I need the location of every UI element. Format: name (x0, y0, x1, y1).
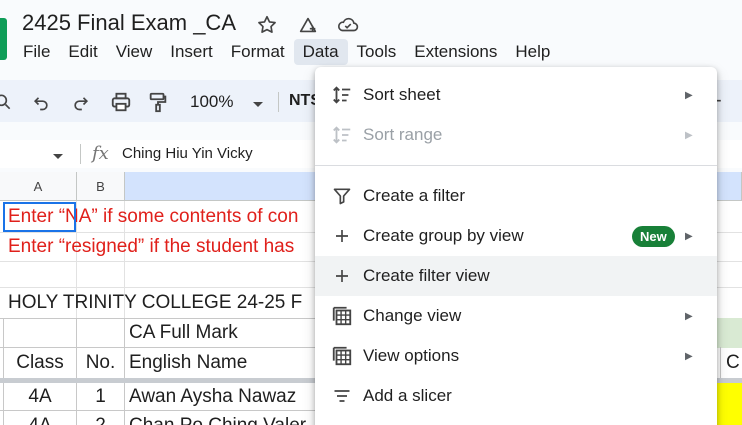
filter-icon (330, 184, 354, 208)
menu-item-sort-range[interactable]: Sort range ▶ (315, 115, 717, 155)
no-cell[interactable]: 1 (77, 383, 124, 411)
menu-tools[interactable]: Tools (348, 39, 406, 65)
menu-item-create-filter-view[interactable]: Create filter view (315, 256, 717, 296)
zoom-select[interactable]: 100% (190, 92, 233, 112)
document-title[interactable]: 2425 Final Exam _CA (22, 10, 236, 36)
formula-divider (80, 144, 81, 164)
menu-item-label: Create a filter (363, 186, 466, 205)
formula-input[interactable]: Ching Hiu Yin Vicky (122, 145, 253, 162)
yellow-cell[interactable] (717, 383, 742, 425)
ca-full-mark-cell[interactable]: CA Full Mark (129, 318, 238, 348)
plus-icon (330, 224, 354, 248)
menu-item-label: Create group by view (363, 226, 524, 245)
menu-item-view-options[interactable]: View options ▶ (315, 336, 717, 376)
menu-item-label: Change view (363, 306, 462, 325)
search-menus-icon[interactable] (0, 89, 16, 115)
menu-item-label: Sort range (363, 125, 443, 144)
no-cell[interactable]: 2 (77, 412, 124, 425)
no-header-cell[interactable]: No. (77, 348, 124, 378)
class-cell[interactable]: 4A (4, 383, 76, 411)
table-view-icon (330, 304, 354, 328)
menu-item-add-slicer[interactable]: Add a slicer (315, 376, 717, 416)
table-view-icon (330, 344, 354, 368)
data-menu: Sort sheet ▶ Sort range ▶ Create a filte… (315, 67, 717, 425)
undo-icon[interactable] (28, 89, 54, 115)
college-title-cell[interactable]: HOLY TRINITY COLLEGE 24-25 F (8, 288, 302, 318)
submenu-arrow-icon: ▶ (685, 230, 693, 242)
slicer-icon (330, 384, 354, 408)
new-badge: New (632, 225, 675, 247)
column-header-b[interactable]: B (77, 172, 125, 201)
menu-item-sort-sheet[interactable]: Sort sheet ▶ (315, 75, 717, 115)
light-green-cell[interactable] (717, 318, 742, 348)
class-cell[interactable]: 4A (4, 412, 76, 425)
menu-format[interactable]: Format (222, 39, 294, 65)
col-divider (124, 318, 125, 425)
name-cell[interactable]: Awan Aysha Nawaz (129, 383, 296, 411)
menu-item-label: Sort sheet (363, 85, 441, 104)
column-header-a[interactable]: A (0, 172, 77, 201)
sheets-logo[interactable] (0, 18, 7, 60)
submenu-arrow-icon: ▶ (685, 89, 693, 101)
menu-extensions[interactable]: Extensions (405, 39, 506, 65)
print-icon[interactable] (108, 89, 134, 115)
cell-right-header[interactable]: C (726, 348, 740, 378)
menu-item-label: Add a slicer (363, 386, 452, 405)
menu-help[interactable]: Help (506, 39, 559, 65)
submenu-arrow-icon: ▶ (685, 129, 693, 141)
plus-icon (330, 264, 354, 288)
fx-icon: fx (92, 143, 109, 164)
menu-item-label: Create filter view (363, 266, 490, 285)
cloud-saved-icon[interactable] (335, 12, 361, 38)
menu-item-create-filter[interactable]: Create a filter (315, 176, 717, 216)
toolbar-divider (278, 92, 279, 112)
star-icon[interactable] (254, 12, 280, 38)
submenu-arrow-icon: ▶ (685, 310, 693, 322)
submenu-arrow-icon: ▶ (685, 350, 693, 362)
col-divider (720, 347, 721, 378)
menu-item-change-view[interactable]: Change view ▶ (315, 296, 717, 336)
menu-data[interactable]: Data (293, 39, 348, 65)
zoom-dropdown-icon[interactable] (252, 96, 264, 114)
menu-item-create-group-by-view[interactable]: Create group by view New ▶ (315, 216, 717, 256)
menu-insert[interactable]: Insert (161, 39, 222, 65)
move-to-folder-icon[interactable] (295, 12, 321, 38)
sort-icon (330, 123, 354, 147)
redo-icon[interactable] (68, 89, 94, 115)
menu-edit[interactable]: Edit (59, 39, 106, 65)
menu-file[interactable]: File (14, 39, 59, 65)
active-cell-selection[interactable] (3, 202, 76, 232)
paint-format-icon[interactable] (145, 89, 171, 115)
menu-item-label: View options (363, 346, 460, 365)
class-header-cell[interactable]: Class (4, 348, 76, 378)
name-box-dropdown-icon[interactable] (52, 148, 64, 166)
note-resigned-cell[interactable]: Enter “resigned” if the student has (8, 232, 294, 262)
menu-separator (315, 165, 717, 166)
menu-view[interactable]: View (107, 39, 162, 65)
english-name-header-cell[interactable]: English Name (129, 348, 247, 378)
menu-bar: File Edit View Insert Format Data Tools … (14, 38, 559, 66)
name-cell[interactable]: Chan Po Ching Valer (129, 412, 306, 425)
sort-icon (330, 83, 354, 107)
